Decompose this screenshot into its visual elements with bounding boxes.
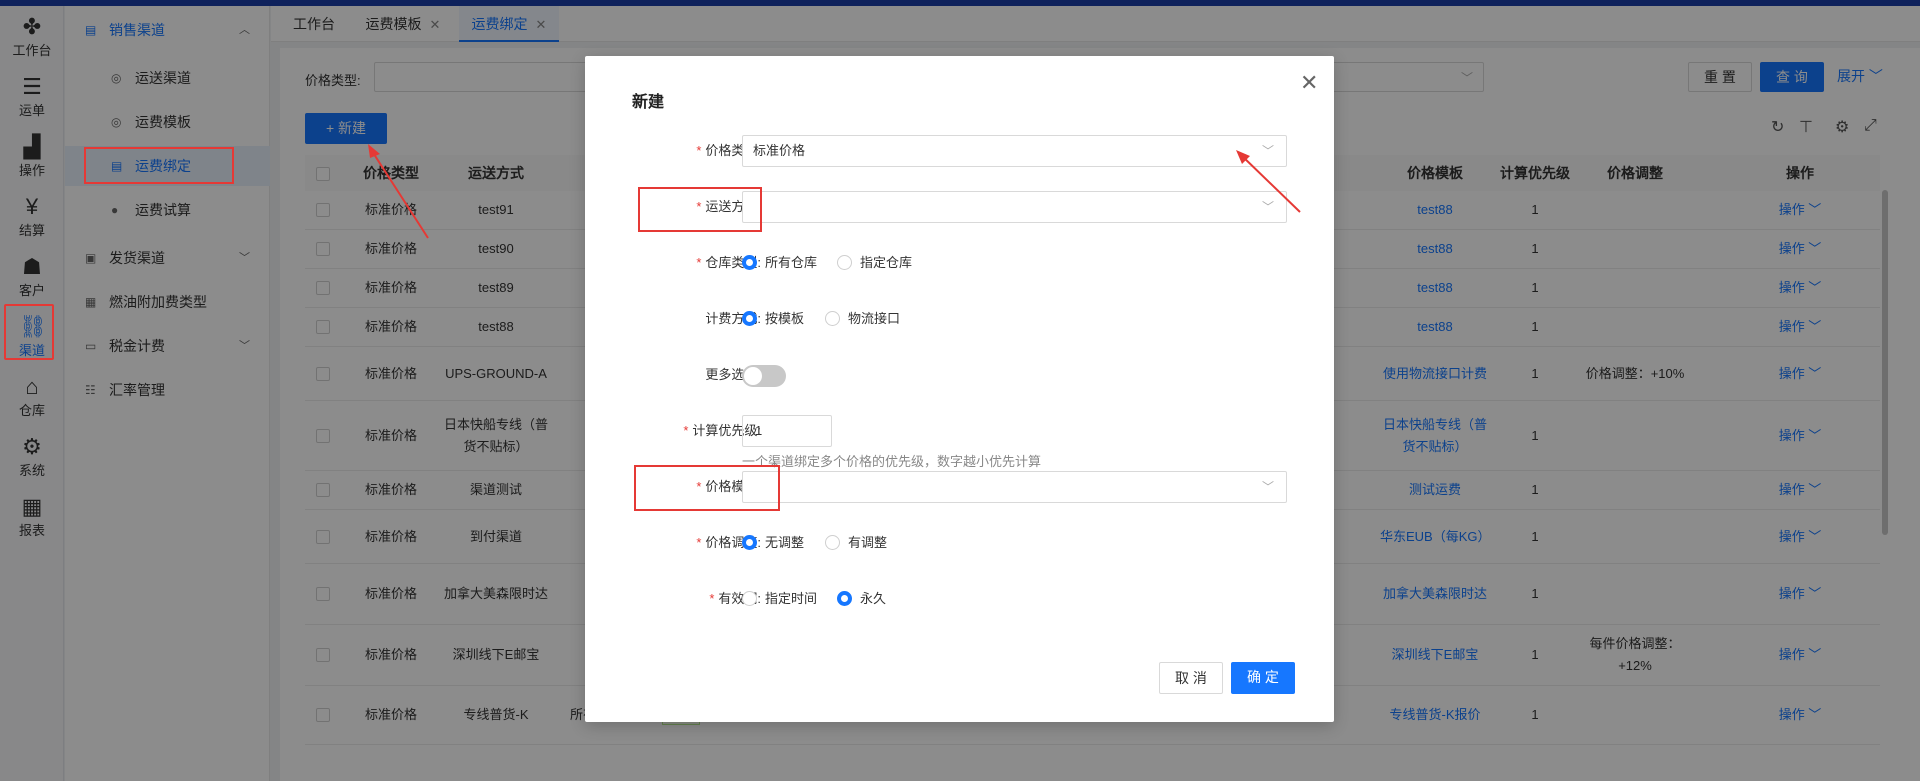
required-marker: * bbox=[709, 591, 715, 606]
warehouse-row: * 仓库类型: 所有仓库 指定仓库 bbox=[585, 247, 1334, 279]
adjust-row: * 价格调整: 无调整 有调整 bbox=[585, 527, 1334, 559]
validity-row: * 有效期: 指定时间 永久 bbox=[585, 583, 1334, 615]
more-options-row: 更多选项: bbox=[585, 359, 1334, 391]
priority-hint: 一个渠道绑定多个价格的优先级，数字越小优先计算 bbox=[742, 454, 1042, 469]
new-binding-dialog: 新建 ✕ * 价格类型: 标准价格 ﹀ * 运送方式: ﹀ * 仓库类型: 所有仓库 指… bbox=[585, 56, 1334, 722]
required-marker: * bbox=[696, 535, 702, 550]
priority-input[interactable]: 1 bbox=[742, 415, 832, 447]
validity-forever-radio[interactable]: 永久 bbox=[837, 583, 886, 615]
confirm-button[interactable]: 确 定 bbox=[1231, 662, 1295, 694]
validity-specific-radio[interactable]: 指定时间 bbox=[742, 583, 817, 615]
billing-template-radio[interactable]: 按模板 bbox=[742, 303, 804, 335]
adjust-yes-radio[interactable]: 有调整 bbox=[825, 527, 887, 559]
method-select[interactable]: ﹀ bbox=[742, 191, 1287, 223]
template-select[interactable]: ﹀ bbox=[742, 471, 1287, 503]
required-marker: * bbox=[696, 143, 702, 158]
close-icon[interactable]: ✕ bbox=[1300, 70, 1318, 96]
price-type-row: * 价格类型: 标准价格 ﹀ bbox=[585, 135, 1334, 167]
billing-row: 计费方式: 按模板 物流接口 bbox=[585, 303, 1334, 335]
chevron-down-icon: ﹀ bbox=[1261, 480, 1274, 494]
cancel-button[interactable]: 取 消 bbox=[1159, 662, 1223, 694]
adjust-none-radio[interactable]: 无调整 bbox=[742, 527, 804, 559]
annotation-highlight-template bbox=[634, 465, 780, 511]
more-options-toggle[interactable] bbox=[742, 365, 786, 387]
billing-api-radio[interactable]: 物流接口 bbox=[825, 303, 900, 335]
warehouse-all-radio[interactable]: 所有仓库 bbox=[742, 247, 817, 279]
warehouse-specific-radio[interactable]: 指定仓库 bbox=[837, 247, 912, 279]
required-marker: * bbox=[683, 423, 689, 438]
priority-row: * 计算优先级: 1 bbox=[585, 415, 1334, 447]
annotation-highlight-method bbox=[638, 187, 762, 232]
chevron-down-icon: ﹀ bbox=[1261, 200, 1274, 214]
chevron-down-icon: ﹀ bbox=[1261, 144, 1274, 158]
required-marker: * bbox=[696, 255, 702, 270]
annotation-highlight-rail bbox=[4, 304, 54, 360]
price-type-select[interactable]: 标准价格 ﹀ bbox=[742, 135, 1287, 167]
annotation-highlight-sidebar bbox=[84, 147, 234, 184]
dialog-title: 新建 bbox=[632, 94, 665, 111]
